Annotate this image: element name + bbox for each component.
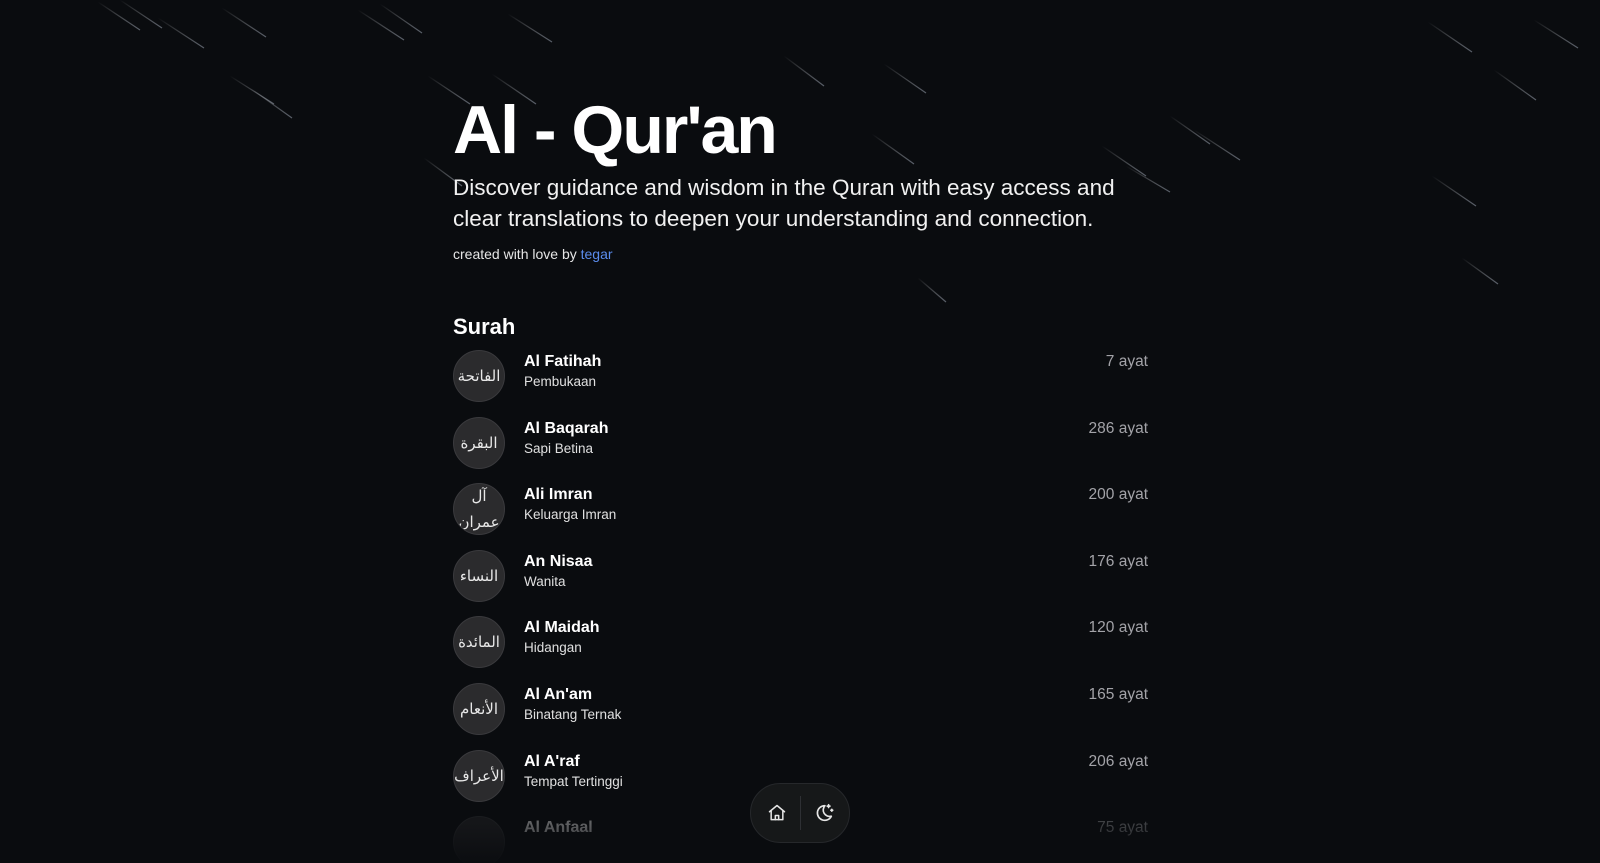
moon-stars-icon [816,803,834,822]
surah-arabic-badge: آل عمران [453,483,505,536]
surah-meaning: Hidangan [524,640,582,656]
surah-text: Al Fatihah Pembukaan [524,352,601,392]
surah-arabic-badge: النساء [453,549,505,602]
theme-toggle-button[interactable] [801,790,847,836]
surah-ayat-count: 286 ayat [1088,419,1148,437]
surah-arabic-badge [453,816,505,863]
surah-item-ali-imran[interactable]: آل عمران Ali Imran Keluarga Imran 200 ay… [453,483,1148,537]
surah-text: An Nisaa Wanita [524,552,592,592]
surah-arabic-badge: الفاتحة [453,350,505,402]
credit-prefix: created with love by [453,246,577,262]
surah-meaning: Sapi Betina [524,440,594,456]
surah-text: Ali Imran Keluarga Imran [524,485,616,525]
surah-item-al-fatihah[interactable]: الفاتحة Al Fatihah Pembukaan 7 ayat [453,350,1148,404]
surah-ayat-count: 176 ayat [1088,552,1148,570]
home-button[interactable] [754,790,800,836]
surah-item-al-anam[interactable]: الأنعام Al An'am Binatang Ternak 165 aya… [453,682,1148,737]
surah-name: Al A'raf [524,752,580,770]
surah-name: An Nisaa [524,552,593,570]
surah-ayat-count: 206 ayat [1088,752,1148,770]
page: Al - Qur'an Discover guidance and wisdom… [0,0,1600,863]
surah-arabic-badge: الأعراف [453,749,505,802]
surah-name: Al Maidah [524,619,600,637]
surah-arabic-badge: البقرة [453,416,505,469]
floating-dock [750,783,850,843]
surah-text: Al Baqarah Sapi Betina [524,419,608,459]
surah-name: Al An'am [524,685,593,703]
surah-item-an-nisaa[interactable]: النساء An Nisaa Wanita 176 ayat [453,549,1148,604]
surah-name: Al Fatihah [524,353,602,370]
surah-text: Al An'am Binatang Ternak [524,685,621,725]
credit-line: created with love by tegar [453,244,1148,264]
home-icon [768,804,785,821]
surah-item-al-baqarah[interactable]: البقرة Al Baqarah Sapi Betina 286 ayat [453,416,1148,471]
surah-ayat-count: 75 ayat [1097,819,1148,837]
surah-name: Al Baqarah [524,419,609,437]
surah-item-al-maidah[interactable]: المائدة Al Maidah Hidangan 120 ayat [453,616,1148,670]
surah-ayat-count: 200 ayat [1088,486,1148,504]
surah-text: Al Anfaal [524,818,593,838]
surah-arabic-badge: المائدة [453,616,505,669]
surah-meaning: Keluarga Imran [524,507,617,523]
hero-description: Discover guidance and wisdom in the Qura… [453,175,1115,231]
surah-ayat-count: 7 ayat [1105,353,1148,370]
surah-meaning: Pembukaan [524,374,597,389]
surah-meaning: Binatang Ternak [524,706,622,722]
surah-text: Al Maidah Hidangan [524,618,600,658]
surah-text: Al A'raf Tempat Tertinggi [524,752,623,792]
page-title: Al - Qur'an [453,92,778,168]
surah-meaning: Tempat Tertinggi [524,773,623,789]
surah-ayat-count: 120 ayat [1088,619,1148,637]
surah-section-title: Surah [453,314,516,339]
surah-name: Al Anfaal [524,819,593,837]
surah-name: Ali Imran [524,486,593,504]
surah-ayat-count: 165 ayat [1088,685,1148,703]
surah-arabic-badge: الأنعام [453,682,505,735]
author-link[interactable]: tegar [581,246,613,262]
surah-meaning: Wanita [524,573,566,589]
main-content: Al - Qur'an Discover guidance and wisdom… [453,90,1148,863]
